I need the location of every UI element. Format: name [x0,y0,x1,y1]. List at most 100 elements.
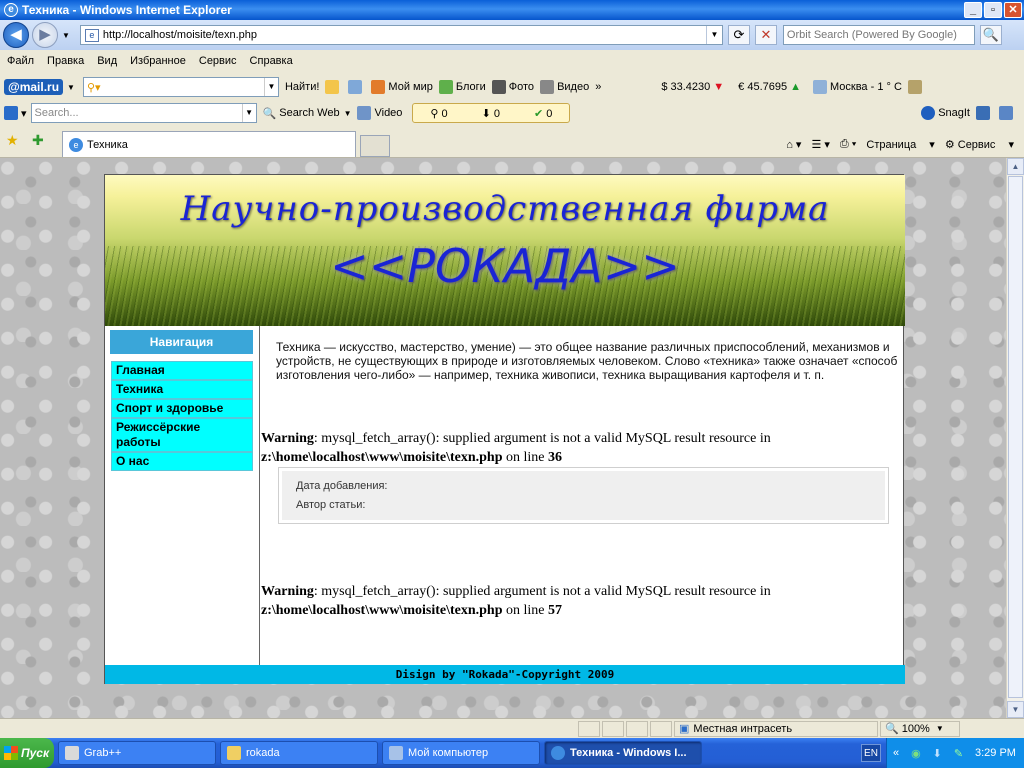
counter-box: ⚲ 0 ⬇ 0 ✔ 0 [412,103,571,123]
video-icon [357,106,372,120]
camera-icon [491,80,506,94]
back-button[interactable]: ◀ [3,22,29,48]
snagit-button[interactable]: SnagIt [921,106,970,120]
forward-button[interactable]: ▶ [32,22,58,48]
toolbar-search-input[interactable]: Search... ▼ [30,103,257,123]
find-button[interactable]: Найти! [285,81,319,93]
my-world-link[interactable]: Мой мир [371,80,433,94]
toolbar-logo-icon[interactable]: ▾ [4,106,27,120]
windows-logo-icon [4,746,18,760]
more-chevron-icon[interactable]: » [595,81,601,93]
feeds-icon[interactable]: ☰ ▾ [811,138,829,151]
history-dropdown-icon[interactable]: ▼ [62,31,70,40]
window-title: Техника - Windows Internet Explorer [22,3,232,17]
counter-3[interactable]: ✔ 0 [534,107,552,120]
highlight-icon[interactable] [325,80,342,94]
menu-favorites[interactable]: Избранное [130,55,186,67]
menu-file[interactable]: Файл [7,55,34,67]
nav-link-home[interactable]: Главная [111,361,253,380]
snagit-edit-icon[interactable] [999,106,1016,120]
menu-tools[interactable]: Сервис [199,55,237,67]
scroll-up-arrow-icon[interactable]: ▲ [1007,158,1024,175]
snagit-label: SnagIt [938,107,970,119]
scroll-thumb[interactable] [1008,176,1023,698]
blogs-label: Блоги [455,81,486,93]
toolbar-search-dropdown-icon[interactable]: ▼ [241,104,256,122]
intro-text: Техника — искусство, мастерство, умение)… [276,340,898,382]
nav-heading: Навигация [110,330,253,354]
page-menu[interactable]: Страница ▾ [866,138,934,151]
settings-gear-icon[interactable] [907,80,925,94]
grab-icon [65,746,79,760]
warning-message: : mysql_fetch_array(): supplied argument… [313,431,771,446]
combo-dropdown-icon[interactable]: ▼ [263,78,278,96]
warning-path: z:\home\localhost\www\moisite\texn.php [261,603,503,618]
address-field[interactable]: e http://localhost/moisite/texn.php ▼ [79,25,723,45]
snagit-window-icon[interactable] [976,106,993,120]
refresh-button[interactable]: ⟳ [727,25,750,45]
nav-link-about[interactable]: О нас [111,452,253,471]
blogs-link[interactable]: Блоги [438,80,486,94]
language-indicator[interactable]: EN [861,744,881,762]
warning-label: Warning [261,431,314,446]
tools-menu[interactable]: ⚙ Сервис ▾ [945,138,1014,151]
tray-pen-icon[interactable]: ✎ [954,747,963,760]
counter-1[interactable]: ⚲ 0 [430,107,447,120]
home-icon[interactable]: ⌂ ▾ [786,138,801,151]
zoom-control[interactable]: 🔍 100% ▼ [880,720,960,737]
menu-help[interactable]: Справка [250,55,293,67]
tray-network-icon[interactable]: ◉ [911,747,921,760]
vertical-scrollbar[interactable]: ▲ ▼ [1006,158,1024,718]
clock[interactable]: 3:29 PM [975,747,1016,759]
page-menu-label: Страница [866,138,917,151]
mailru-search-combo[interactable]: ⚲▾ ▼ [82,77,279,97]
address-toolbar: ◀ ▶ ▼ e http://localhost/moisite/texn.ph… [0,20,1024,50]
nav-link-sport[interactable]: Спорт и здоровье [111,399,253,418]
video-button[interactable]: Video [357,106,402,120]
add-favorite-icon[interactable]: ✚ [32,132,44,149]
folder-icon [227,746,241,760]
task-my-computer[interactable]: Мой компьютер [382,741,540,765]
warning-path: z:\home\localhost\www\moisite\texn.php [261,450,503,465]
search-input[interactable]: Orbit Search (Powered By Google) [782,25,975,45]
scroll-down-arrow-icon[interactable]: ▼ [1007,701,1024,718]
address-dropdown-icon[interactable]: ▼ [705,26,722,44]
page-viewport: Научно-производственная фирма <<РОКАДА>>… [0,158,1006,718]
close-button[interactable]: ✕ [1004,2,1022,18]
mailru-dropdown-icon[interactable]: ▼ [67,83,75,92]
menu-edit[interactable]: Правка [47,55,84,67]
task-label: Техника - Windows I... [570,747,687,759]
start-button[interactable]: Пуск [0,738,54,768]
maximize-button[interactable]: ▫ [984,2,1002,18]
nav-link-technika[interactable]: Техника [111,380,253,399]
mailru-logo[interactable]: @mail.ru [4,79,64,95]
task-rokada-folder[interactable]: rokada [220,741,378,765]
counter-2[interactable]: ⬇ 0 [482,107,500,120]
zoom-dropdown-icon[interactable]: ▼ [936,724,944,733]
task-grab[interactable]: Grab++ [58,741,216,765]
search-web-button[interactable]: 🔍 Search Web ▼ [263,107,352,120]
tab-label: Техника [87,138,128,151]
nav-link-directing[interactable]: Режиссёрские работы [111,418,253,452]
tab-tehnika[interactable]: e Техника [62,131,356,157]
task-ie-tehnika[interactable]: Техника - Windows I... [544,741,702,765]
search-go-button[interactable]: 🔍 [979,25,1002,45]
security-zone[interactable]: ▣ Местная интрасеть [674,720,878,737]
photo-link[interactable]: Фото [491,80,534,94]
weather-widget[interactable]: Москва - 1 ° C [812,80,902,94]
new-tab-button[interactable] [360,135,390,157]
minimize-button[interactable]: _ [964,2,982,18]
eur-value: € 45.7695 [738,81,788,93]
tray-expand-icon[interactable]: « [893,747,899,759]
tray-download-icon[interactable]: ⬇ [933,747,942,760]
video-link[interactable]: Видео [540,80,589,94]
print-icon[interactable]: ⎙ ▾ [840,138,856,151]
menu-view[interactable]: Вид [97,55,117,67]
stop-button[interactable]: ✕ [754,25,777,45]
menu-bar: Файл Правка Вид Избранное Сервис Справка [0,50,1024,72]
mailru-search-icon: ⚲▾ [86,81,101,94]
cloud-icon [812,80,827,94]
zoom-icon[interactable] [348,80,365,94]
weather-value: Москва - 1 ° C [829,81,902,93]
favorites-star-icon[interactable]: ★ [6,132,19,149]
